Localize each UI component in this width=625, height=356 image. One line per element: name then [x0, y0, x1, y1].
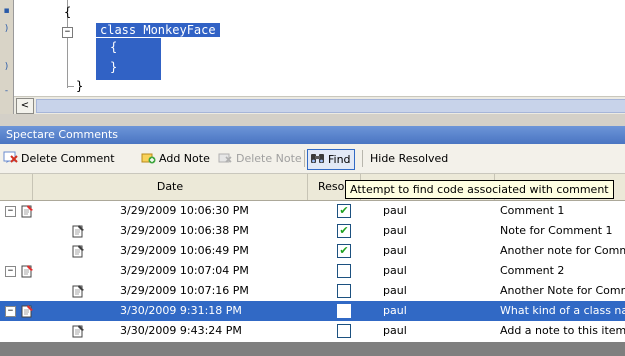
delete-comment-button[interactable]: Delete Comment — [3, 149, 115, 168]
code-line-inner-close: } — [110, 60, 118, 74]
comments-grid: Date Resol −3/29/2009 10:06:30 PM ✔ paul Co… — [0, 174, 625, 356]
table-row[interactable]: 3/29/2009 10:06:38 PM ✔ paul Note for Comme… — [0, 221, 625, 241]
hide-resolved-label: Hide Resolved — [370, 152, 449, 165]
pane-splitter[interactable] — [0, 114, 625, 126]
cell-comment: Note for Comment 1 — [500, 224, 613, 237]
table-row[interactable]: − 3/29/2009 10:06:30 PM ✔ paul Comment 1 — [0, 201, 625, 221]
cell-comment: Another Note for Comm — [500, 284, 625, 297]
add-note-button[interactable]: Add Note — [141, 149, 210, 168]
gutter-marker-icon: ) — [4, 24, 9, 34]
toolbar-separator — [304, 150, 305, 167]
note-icon — [72, 325, 84, 338]
binoculars-icon — [311, 154, 324, 163]
table-row[interactable]: 3/29/2009 10:06:49 PM ✔ paul Another note f… — [0, 241, 625, 261]
add-note-label: Add Note — [159, 152, 210, 165]
column-header-date[interactable]: Date — [33, 174, 308, 200]
resolved-checkbox[interactable] — [337, 324, 351, 338]
gutter-marker-icon: ) — [4, 62, 9, 72]
delete-comment-label: Delete Comment — [21, 152, 115, 165]
cell-user: paul — [383, 224, 407, 237]
row-expander-icon[interactable]: − — [5, 266, 16, 277]
delete-note-button[interactable]: Delete Note — [218, 149, 302, 168]
panel-title: Spectare Comments — [0, 126, 625, 144]
cell-date: 3/29/2009 10:07:16 PM — [120, 284, 249, 297]
gutter-marker-icon: ▪ — [3, 6, 10, 16]
cell-date: 3/29/2009 10:07:04 PM — [120, 264, 249, 277]
note-icon — [72, 245, 84, 258]
delete-comment-icon — [3, 151, 18, 163]
cell-date: 3/29/2009 10:06:49 PM — [120, 244, 249, 257]
toolbar-separator — [362, 150, 363, 167]
cell-user: paul — [383, 264, 407, 277]
comments-toolbar: Delete Comment Add Note Delete Note Find… — [0, 144, 625, 174]
comment-icon — [21, 265, 33, 278]
cell-date: 3/30/2009 9:43:24 PM — [120, 324, 242, 337]
horizontal-scrollbar[interactable]: < — [14, 96, 625, 114]
scroll-left-arrow-icon[interactable]: < — [16, 98, 34, 114]
cell-user: paul — [383, 304, 407, 317]
resolved-checkbox[interactable]: ✔ — [337, 244, 351, 258]
note-icon — [72, 225, 84, 238]
table-row[interactable]: 3/29/2009 10:07:16 PM paul Another Note fo… — [0, 281, 625, 301]
note-icon — [72, 285, 84, 298]
fold-toggle-icon[interactable]: − — [62, 27, 73, 38]
column-header-expander[interactable] — [0, 174, 33, 200]
cell-comment: Add a note to this item — [500, 324, 625, 337]
code-editor[interactable]: { − class MonkeyFace { } } — [14, 0, 625, 96]
cell-comment: Comment 2 — [500, 264, 565, 277]
cell-comment: What kind of a class na — [500, 304, 625, 317]
code-line-brace-open: { — [64, 5, 72, 19]
selected-class-declaration: class MonkeyFace — [96, 23, 220, 37]
row-expander-icon[interactable]: − — [5, 206, 16, 217]
cell-comment: Another note for Comm — [500, 244, 625, 257]
add-note-icon — [141, 153, 156, 164]
grid-empty-area — [0, 342, 625, 356]
find-tooltip: Attempt to find code associated with com… — [345, 180, 614, 199]
row-expander-icon[interactable]: − — [5, 306, 16, 317]
resolved-checkbox[interactable]: ✔ — [337, 204, 351, 218]
cell-comment: Comment 1 — [500, 204, 565, 217]
cell-user: paul — [383, 284, 407, 297]
resolved-checkbox[interactable] — [337, 264, 351, 278]
table-row[interactable]: 3/30/2009 9:43:24 PM paul Add a note to th… — [0, 321, 625, 341]
code-line-class: class MonkeyFace — [96, 23, 220, 38]
resolved-checkbox[interactable]: ✔ — [337, 224, 351, 238]
table-row[interactable]: − 3/30/2009 9:31:18 PM paul What kind of a … — [0, 301, 625, 321]
cell-user: paul — [383, 244, 407, 257]
comment-icon — [21, 305, 33, 318]
resolved-checkbox[interactable] — [337, 284, 351, 298]
cell-date: 3/29/2009 10:06:30 PM — [120, 204, 249, 217]
gutter-marker-icon: - — [4, 86, 9, 96]
find-button[interactable]: Find — [307, 149, 355, 170]
code-line-brace-close: } — [76, 79, 84, 93]
delete-note-label: Delete Note — [236, 152, 302, 165]
comment-icon — [21, 205, 33, 218]
find-label: Find — [328, 153, 351, 166]
hide-resolved-button[interactable]: Hide Resolved — [370, 149, 448, 168]
code-selection — [96, 38, 161, 80]
cell-user: paul — [383, 204, 407, 217]
resolved-checkbox[interactable] — [337, 304, 351, 318]
table-row[interactable]: − 3/29/2009 10:07:04 PM paul Comment 2 — [0, 261, 625, 281]
cell-date: 3/29/2009 10:06:38 PM — [120, 224, 249, 237]
fold-end-marker — [67, 86, 74, 87]
code-line-inner-open: { — [110, 40, 118, 54]
cell-user: paul — [383, 324, 407, 337]
delete-note-icon — [218, 153, 232, 163]
cell-date: 3/30/2009 9:31:18 PM — [120, 304, 242, 317]
scrollbar-thumb[interactable] — [36, 99, 625, 113]
